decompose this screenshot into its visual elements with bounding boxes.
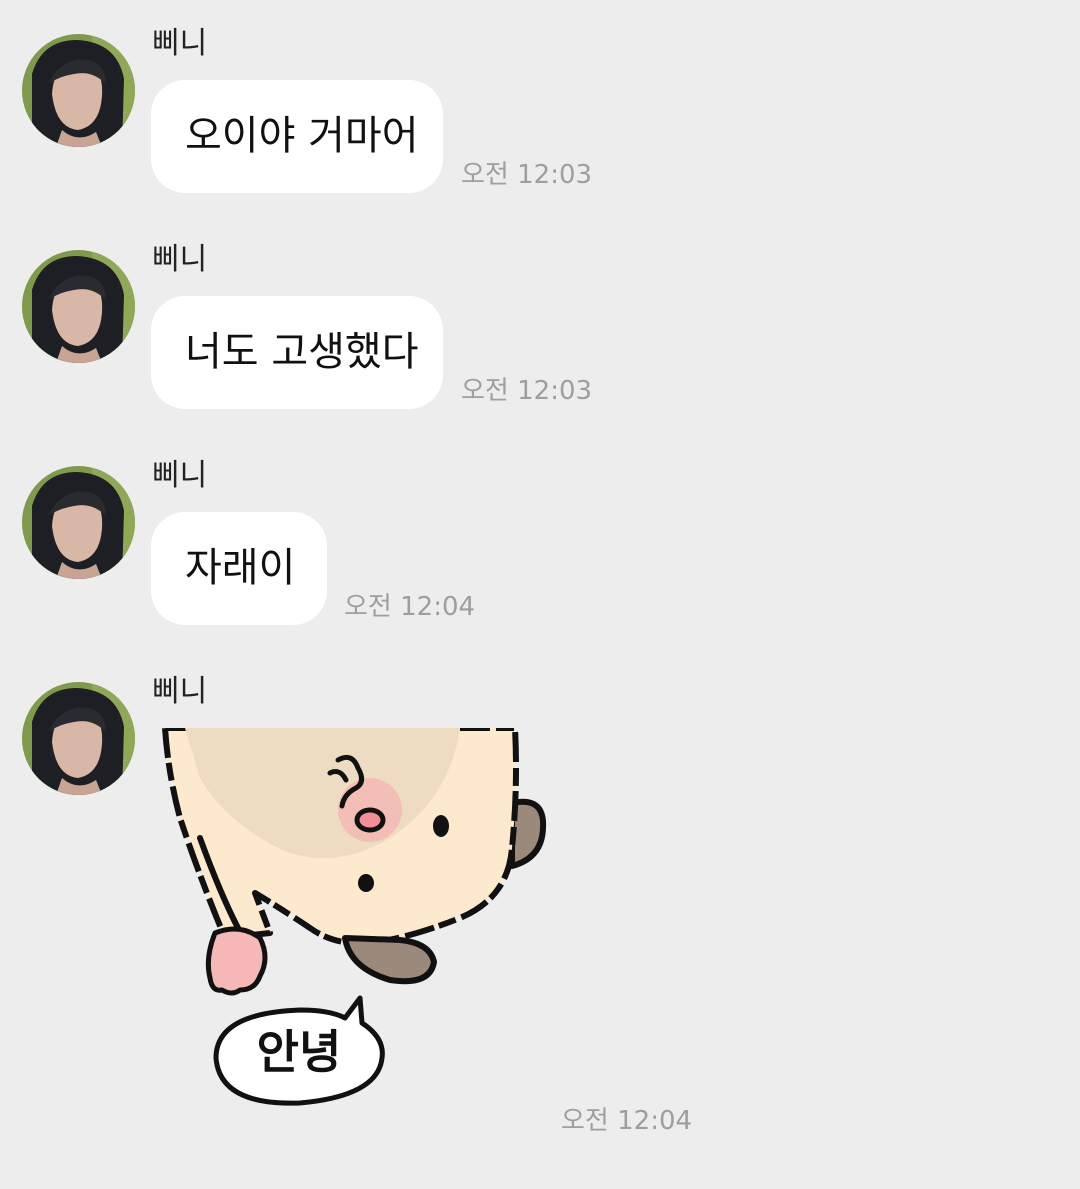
sender-avatar[interactable] (22, 682, 135, 795)
sender-name: 삐니 (152, 458, 208, 493)
message-bubble[interactable]: 너도 고생했다 (151, 296, 443, 409)
avatar-image (22, 250, 135, 363)
chat-message: 삐니 오이야 거마어 오전 12:03 (0, 0, 1080, 216)
avatar-image (22, 34, 135, 147)
message-time: 오전 12:03 (461, 160, 593, 190)
message-time: 오전 12:04 (561, 1106, 693, 1136)
sender-name: 삐니 (152, 674, 208, 709)
sender-avatar[interactable] (22, 34, 135, 147)
message-bubble[interactable]: 자래이 (151, 512, 327, 625)
avatar-image (22, 466, 135, 579)
sticker-caption: 안녕 (256, 1025, 342, 1079)
bear-sticker-icon[interactable]: 안녕 (160, 725, 550, 1113)
sender-avatar[interactable] (22, 466, 135, 579)
sender-name: 삐니 (152, 26, 208, 61)
sender-avatar[interactable] (22, 250, 135, 363)
chat-message: 삐니 너도 고생했다 오전 12:03 (0, 216, 1080, 432)
sender-name: 삐니 (152, 242, 208, 277)
message-time: 오전 12:04 (344, 592, 476, 622)
avatar-image (22, 682, 135, 795)
message-bubble[interactable]: 오이야 거마어 (151, 80, 443, 193)
message-time: 오전 12:03 (461, 376, 593, 406)
chat-message: 삐니 자래이 오전 12:04 (0, 432, 1080, 648)
